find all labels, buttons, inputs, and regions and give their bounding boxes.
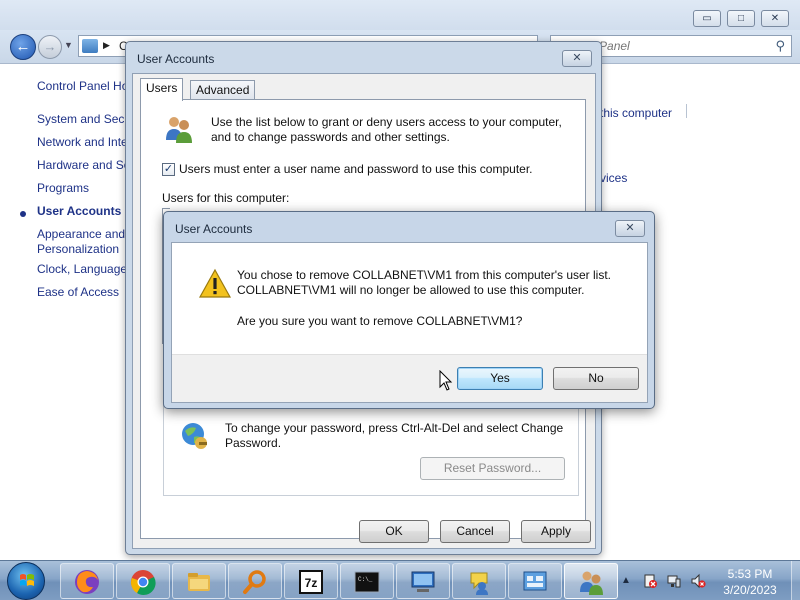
control-panel-icon: [82, 39, 98, 53]
user-accounts-icon: [580, 571, 603, 595]
7zip-label: 7z: [305, 576, 318, 590]
close-window-button[interactable]: ✕: [761, 10, 789, 27]
password-icon: [182, 423, 207, 449]
maximize-button[interactable]: □: [727, 10, 755, 27]
action-center-icon[interactable]: [642, 573, 658, 589]
warning-icon: [198, 268, 232, 298]
search-icon[interactable]: ⚲: [775, 38, 785, 54]
taskbar-7zip[interactable]: 7z: [284, 563, 338, 599]
password-group: To change your password, press Ctrl-Alt-…: [163, 400, 579, 496]
sidebar-item-system-security[interactable]: System and Secu: [37, 112, 131, 127]
mouse-cursor-icon: [439, 370, 453, 391]
remove-user-confirm-dialog: User Accounts ✕ You chose to remove COLL…: [163, 211, 655, 409]
taskbar-chrome[interactable]: [116, 563, 170, 599]
services-link[interactable]: vices: [600, 171, 627, 185]
sidebar-item-network[interactable]: Network and Inte: [37, 135, 128, 150]
sidebar: Control Panel Ho System and Secu Network…: [0, 65, 131, 560]
confirm-close-button[interactable]: ✕: [615, 220, 645, 237]
sidebar-item-personalization[interactable]: Personalization: [37, 242, 119, 257]
clock-date[interactable]: 3/20/2023: [712, 583, 788, 597]
remote-desktop-icon: [411, 571, 435, 592]
this-computer-link[interactable]: this computer: [600, 106, 672, 120]
control-panel-icon: [523, 571, 547, 591]
users-icon: [166, 117, 192, 143]
confirm-question: Are you sure you want to remove COLLABNE…: [237, 314, 523, 328]
cancel-button[interactable]: Cancel: [440, 520, 510, 543]
taskbar: 7z C:\_ ▲ 5:53 PM 3/20/2023: [0, 560, 800, 600]
taskbar-user-accounts[interactable]: [564, 563, 618, 599]
taskbar-search-tool[interactable]: [228, 563, 282, 599]
windows-logo-icon: [20, 574, 34, 586]
volume-icon[interactable]: [690, 573, 706, 589]
confirm-message: You chose to remove COLLABNET\VM1 from t…: [237, 268, 611, 297]
no-button[interactable]: No: [553, 367, 639, 390]
chrome-icon: [131, 570, 156, 595]
help-user-icon: [470, 572, 488, 595]
sidebar-item-appearance[interactable]: Appearance and: [37, 227, 125, 242]
confirm-body: You chose to remove COLLABNET\VM1 from t…: [171, 242, 648, 403]
file-explorer-icon: [188, 573, 210, 591]
sidebar-item-user-accounts[interactable]: User Accounts: [37, 204, 121, 219]
active-bullet-icon: [20, 211, 26, 217]
sidebar-item-ease-of-access[interactable]: Ease of Access: [37, 285, 119, 300]
command-prompt-label: C:\_: [358, 576, 373, 583]
tab-users[interactable]: Users: [140, 78, 184, 101]
password-instructions: To change your password, press Ctrl-Alt-…: [225, 421, 564, 450]
firefox-icon: [75, 570, 99, 594]
sidebar-home-link[interactable]: Control Panel Ho: [37, 79, 128, 93]
link-divider: [686, 104, 687, 118]
show-hidden-icons-button[interactable]: ▲: [621, 575, 631, 586]
taskbar-firefox[interactable]: [60, 563, 114, 599]
control-panel-titlebar: ▭ □ ✕: [0, 0, 800, 34]
confirm-footer: Yes No: [172, 354, 647, 402]
taskbar-command-prompt[interactable]: C:\_: [340, 563, 394, 599]
taskbar-explorer[interactable]: [172, 563, 226, 599]
show-desktop-button[interactable]: [791, 561, 800, 600]
tab-advanced[interactable]: Advanced: [190, 80, 256, 101]
taskbar-control-panel[interactable]: [508, 563, 562, 599]
sidebar-item-hardware[interactable]: Hardware and So: [37, 158, 130, 173]
sidebar-item-programs[interactable]: Programs: [37, 181, 89, 196]
users-list-label: Users for this computer:: [162, 191, 290, 205]
chevron-down-icon[interactable]: ▼: [64, 40, 73, 50]
search-tool-icon: [243, 570, 266, 594]
require-password-label[interactable]: Users must enter a user name and passwor…: [179, 162, 533, 176]
user-accounts-close-button[interactable]: ✕: [562, 50, 592, 67]
back-button[interactable]: ←: [10, 34, 36, 60]
chevron-right-icon[interactable]: ▶: [103, 40, 110, 51]
ok-button[interactable]: OK: [359, 520, 429, 543]
confirm-title: User Accounts: [175, 222, 253, 236]
clock-time[interactable]: 5:53 PM: [712, 567, 788, 581]
command-prompt-icon: C:\_: [354, 571, 380, 593]
require-password-checkbox[interactable]: ✓: [162, 163, 175, 176]
intro-text: Use the list below to grant or deny user…: [211, 115, 562, 144]
7zip-icon: 7z: [299, 570, 323, 594]
sidebar-item-clock-language[interactable]: Clock, Language: [37, 262, 127, 277]
reset-password-button[interactable]: Reset Password...: [420, 457, 565, 480]
network-icon[interactable]: [666, 573, 682, 589]
apply-button[interactable]: Apply: [521, 520, 591, 543]
taskbar-help-user[interactable]: [452, 563, 506, 599]
forward-button[interactable]: →: [38, 35, 62, 59]
user-accounts-title: User Accounts: [137, 52, 215, 66]
minimize-button[interactable]: ▭: [693, 10, 721, 27]
start-button[interactable]: [7, 562, 45, 600]
taskbar-remote-desktop[interactable]: [396, 563, 450, 599]
yes-button[interactable]: Yes: [457, 367, 543, 390]
